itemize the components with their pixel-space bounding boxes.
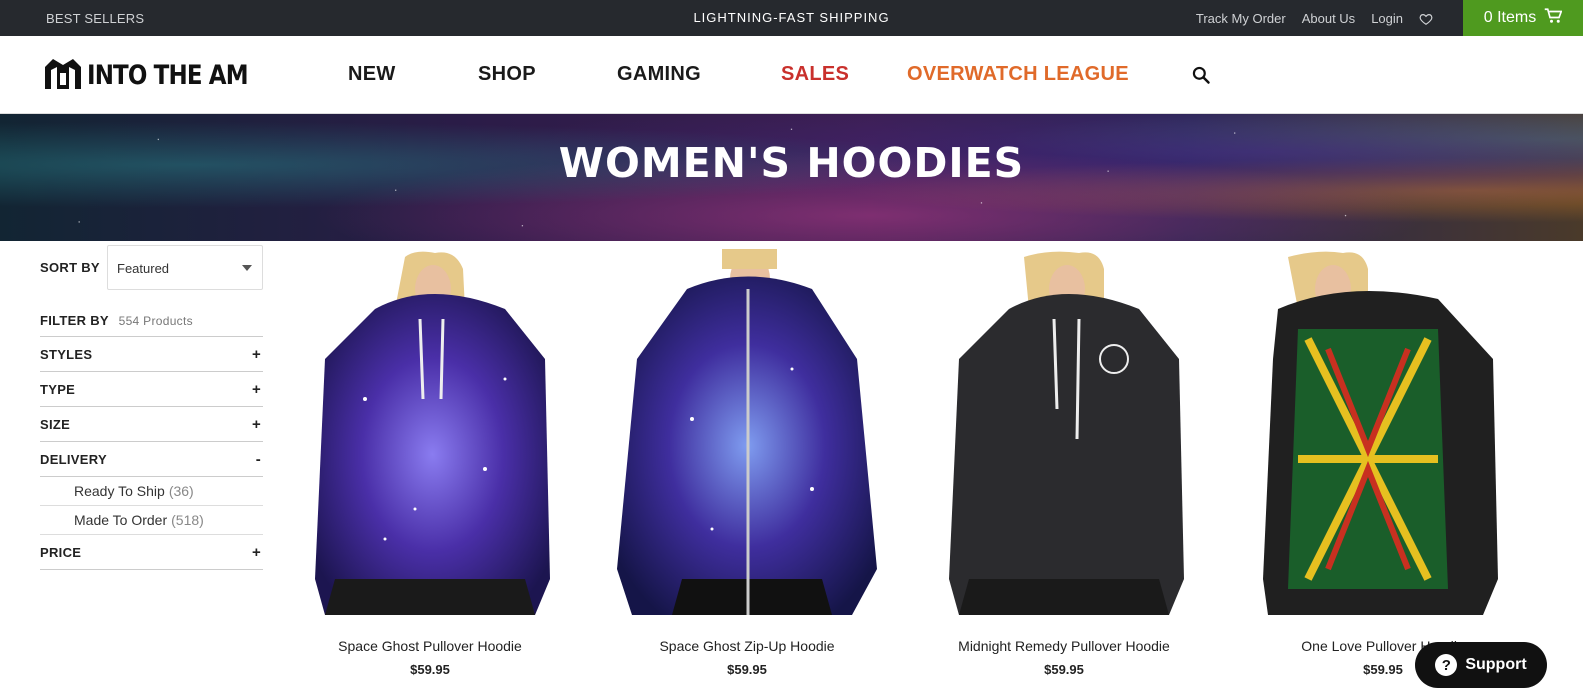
brand-logo[interactable]: INTO THE AM [43, 55, 276, 96]
search-icon[interactable] [1191, 65, 1211, 90]
expand-icon: + [251, 415, 261, 433]
facet-type[interactable]: TYPE + [40, 372, 263, 407]
nav-overwatch-league[interactable]: OVERWATCH LEAGUE [907, 63, 1129, 86]
product-price: $59.95 [410, 662, 450, 677]
chevron-down-icon [242, 264, 252, 271]
product-name[interactable]: Midnight Remedy Pullover Hoodie [929, 638, 1199, 654]
delivery-option-ready-to-ship[interactable]: Ready To Ship (36) [40, 477, 263, 506]
option-count: (36) [168, 483, 194, 499]
product-image[interactable] [929, 249, 1199, 615]
filter-sidebar: SORT BY Featured FILTER BY 554 Products … [40, 244, 263, 570]
category-banner: WOMEN'S HOODIES [0, 114, 1583, 241]
main-nav: INTO THE AM NEW SHOP GAMING SALES OVERWA… [0, 36, 1583, 114]
nav-sales[interactable]: SALES [781, 63, 849, 86]
brand-name: INTO THE AM [87, 60, 249, 91]
collapse-icon: - [255, 450, 261, 468]
heart-icon[interactable] [1419, 12, 1433, 26]
product-card[interactable]: Space Ghost Pullover Hoodie $59.95 [295, 249, 565, 677]
filter-label: FILTER BY [40, 313, 109, 328]
cart-icon [1544, 7, 1563, 29]
product-card[interactable]: Midnight Remedy Pullover Hoodie $59.95 [929, 249, 1199, 677]
expand-icon: + [251, 345, 261, 363]
nav-new[interactable]: NEW [348, 63, 396, 86]
cart-button[interactable]: 0 Items [1463, 0, 1583, 36]
product-name[interactable]: Space Ghost Zip-Up Hoodie [612, 638, 882, 654]
facet-price[interactable]: PRICE + [40, 535, 263, 570]
product-image[interactable] [1248, 249, 1518, 615]
facet-label: PRICE [40, 544, 82, 560]
support-label: Support [1465, 656, 1527, 673]
facet-delivery[interactable]: DELIVERY - [40, 442, 263, 477]
support-chat-button[interactable]: ? Support [1415, 642, 1547, 688]
product-count: 554 Products [118, 314, 193, 328]
logo-mark-icon [43, 55, 83, 96]
expand-icon: + [251, 543, 261, 561]
expand-icon: + [251, 380, 261, 398]
facet-styles[interactable]: STYLES + [40, 337, 263, 372]
product-card[interactable]: One Love Pullover Hoodie $59.95 [1248, 249, 1518, 677]
facet-label: SIZE [40, 416, 71, 432]
sort-row: SORT BY Featured [40, 244, 263, 290]
help-icon: ? [1435, 654, 1458, 676]
option-label: Ready To Ship [74, 483, 165, 499]
page-title: WOMEN'S HOODIES [558, 139, 1025, 187]
filter-header: FILTER BY 554 Products [40, 313, 263, 337]
sort-select[interactable]: Featured [107, 244, 263, 290]
facet-label: TYPE [40, 381, 76, 397]
facet-label: DELIVERY [40, 451, 107, 467]
account-links: Track My Order About Us Login [1196, 11, 1433, 26]
nav-gaming[interactable]: GAMING [617, 63, 701, 86]
facet-size[interactable]: SIZE + [40, 407, 263, 442]
login-link[interactable]: Login [1371, 11, 1403, 26]
nav-shop[interactable]: SHOP [478, 63, 536, 86]
about-us-link[interactable]: About Us [1302, 11, 1355, 26]
product-image[interactable] [612, 249, 882, 615]
product-image[interactable] [295, 249, 565, 615]
facet-label: STYLES [40, 346, 93, 362]
top-bar: BEST SELLERS LIGHTNING-FAST SHIPPING Tra… [0, 0, 1583, 36]
delivery-option-made-to-order[interactable]: Made To Order (518) [40, 506, 263, 535]
product-name[interactable]: Space Ghost Pullover Hoodie [295, 638, 565, 654]
product-price: $59.95 [727, 662, 767, 677]
product-card[interactable]: Space Ghost Zip-Up Hoodie $59.95 [612, 249, 882, 677]
cart-count: 0 Items [1483, 9, 1537, 26]
track-order-link[interactable]: Track My Order [1196, 11, 1286, 26]
option-count: (518) [171, 512, 204, 528]
option-label: Made To Order [74, 512, 168, 528]
product-price: $59.95 [1044, 662, 1084, 677]
sort-value: Featured [117, 260, 170, 276]
sort-label: SORT BY [40, 259, 100, 275]
